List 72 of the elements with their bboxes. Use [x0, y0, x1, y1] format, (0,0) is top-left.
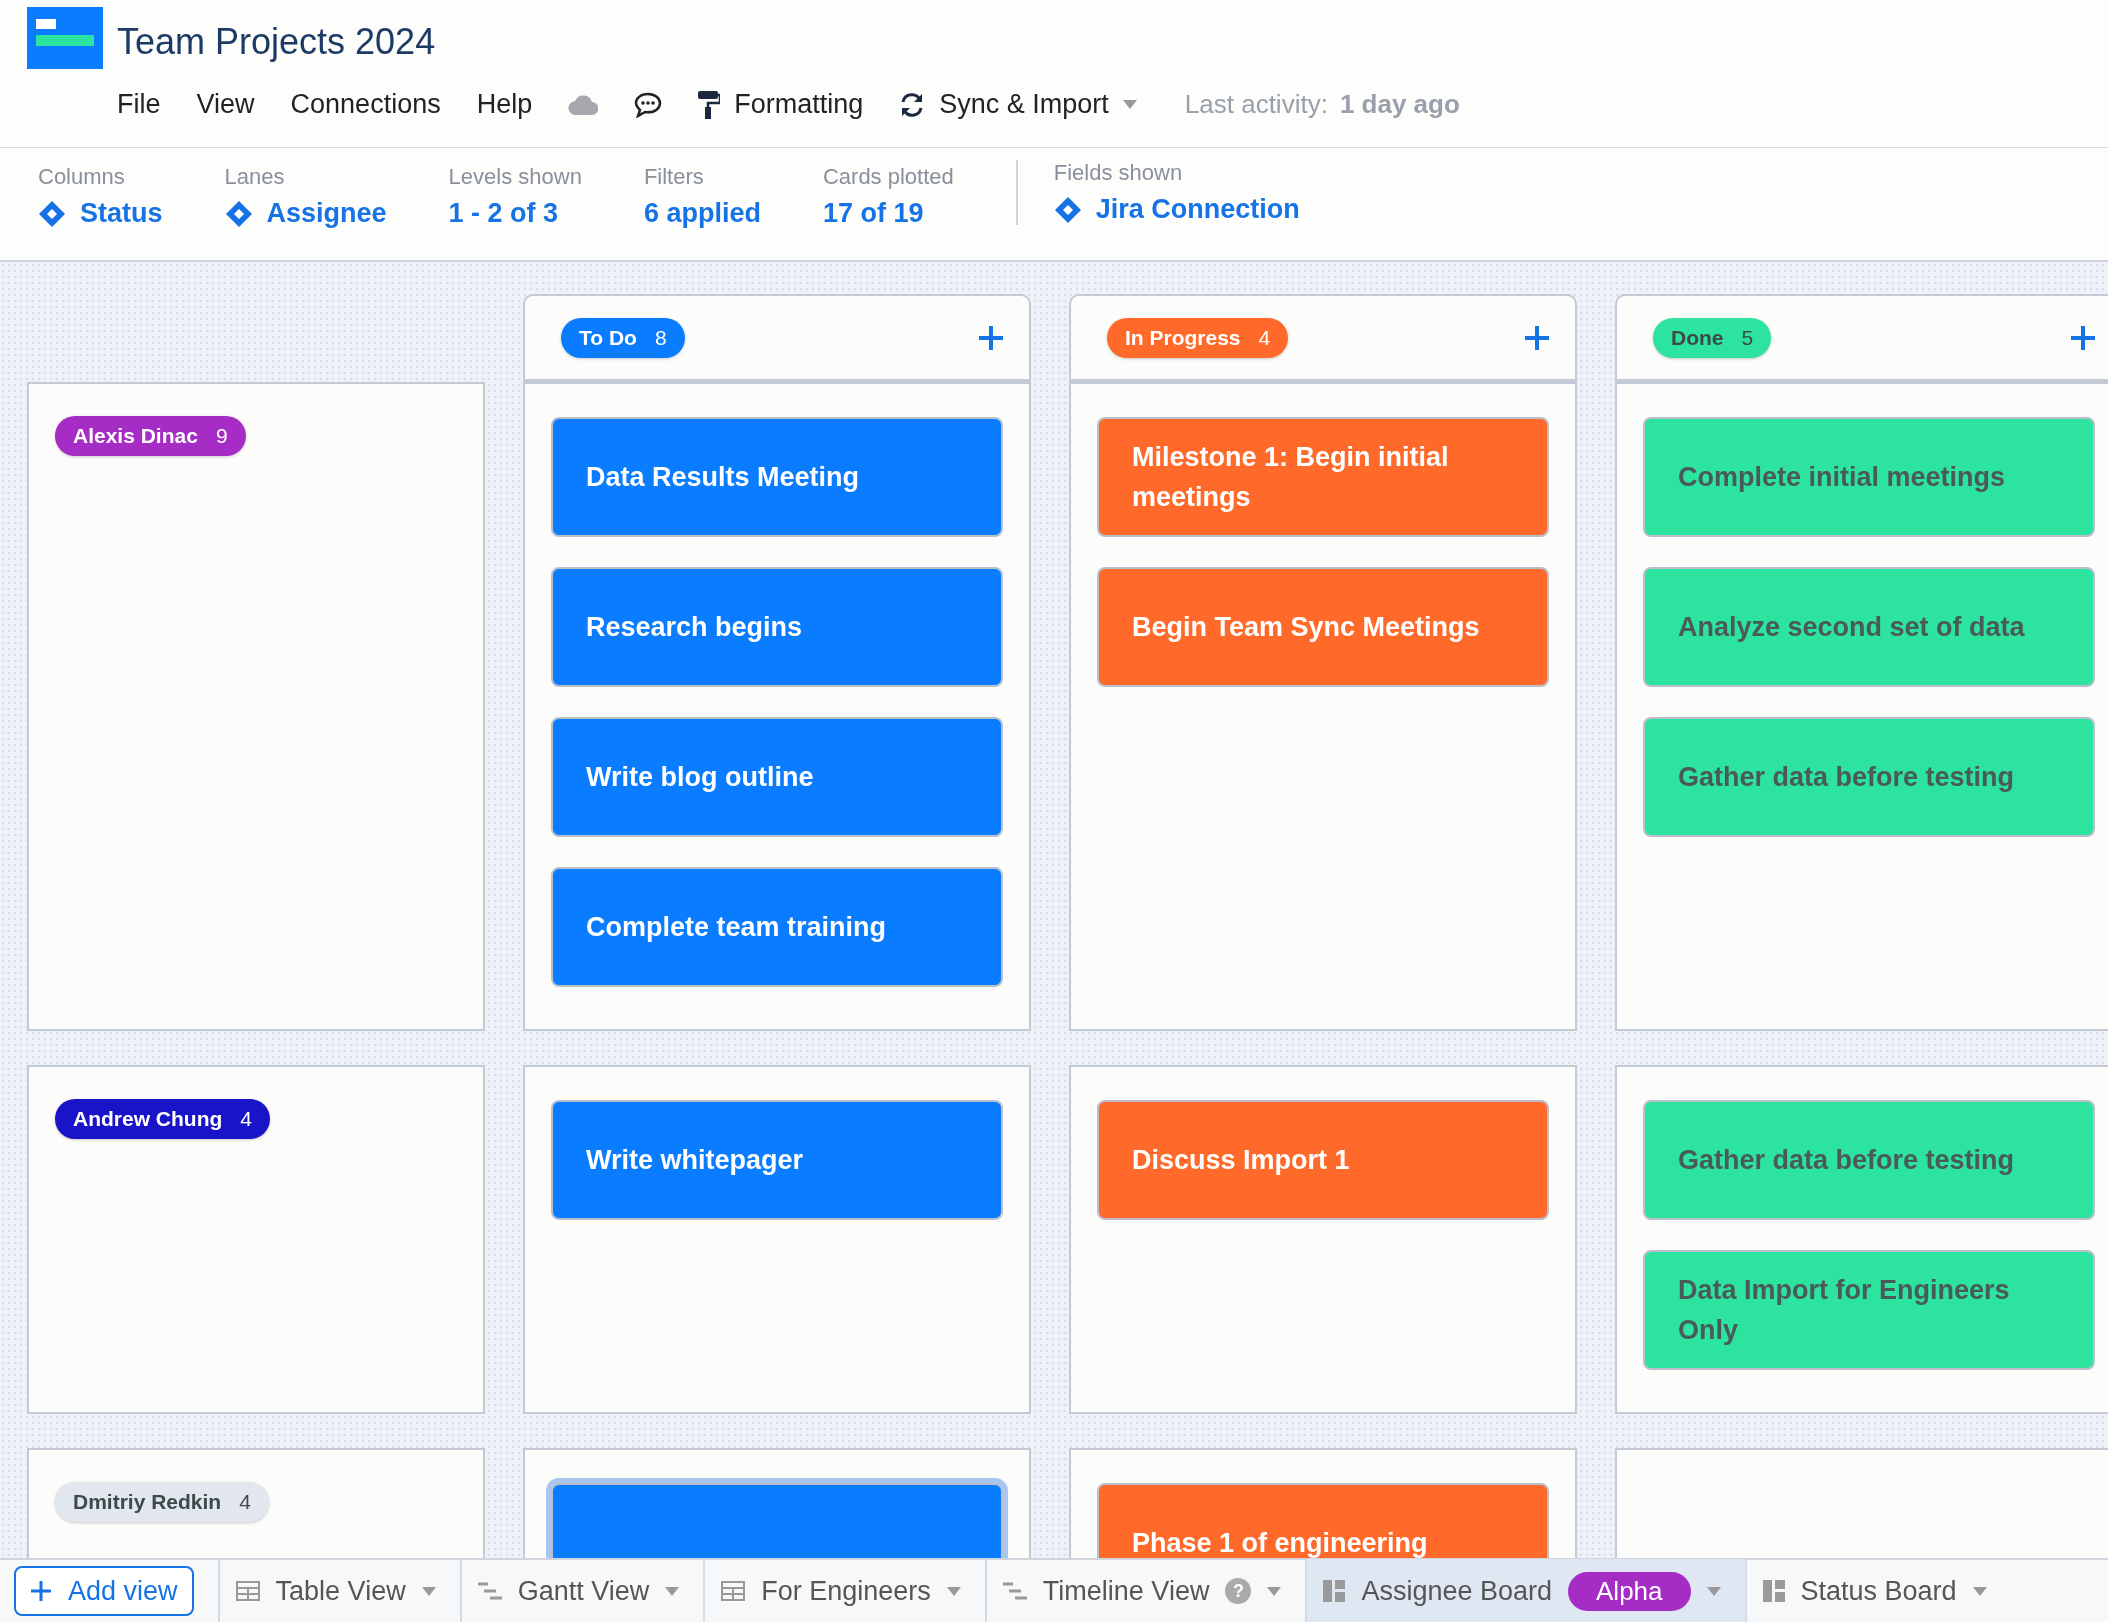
setting-value[interactable]: Jira Connection — [1053, 194, 1300, 225]
task-card[interactable]: Gather data before testing — [1643, 717, 2095, 837]
setting-value[interactable]: 6 applied — [643, 198, 761, 229]
setting-value[interactable]: 1 - 2 of 3 — [448, 198, 582, 229]
task-card[interactable]: Research begins — [551, 567, 1003, 687]
caret-icon — [665, 1586, 680, 1596]
assignee-chip: Dmitriy Redkin 4 — [55, 1482, 269, 1522]
menu-item[interactable]: Help — [476, 89, 533, 120]
view-tab[interactable]: Table View — [217, 1559, 460, 1622]
task-card[interactable]: Data Results Meeting — [551, 417, 1003, 537]
setting-value[interactable]: Assignee — [224, 198, 387, 229]
task-card[interactable]: Phase 1 of engineering — [1097, 1483, 1549, 1558]
caret-icon — [946, 1586, 961, 1596]
activity-value: 1 day ago — [1339, 89, 1460, 120]
plus-icon — [30, 1580, 52, 1602]
sync-import-button[interactable]: Sync & Import — [899, 89, 1137, 120]
setting-label: Filters — [643, 164, 705, 190]
status-chip: In Progress 4 — [1107, 317, 1289, 358]
setting-value[interactable]: 17 of 19 — [822, 198, 954, 229]
cloud-icon[interactable] — [568, 94, 599, 115]
activity-label: Last activity: — [1184, 89, 1328, 120]
caret-icon — [1122, 100, 1137, 109]
caret-icon — [1972, 1586, 1987, 1596]
caret-icon — [1267, 1586, 1282, 1596]
task-card[interactable]: Write whitepager — [551, 1100, 1003, 1220]
paint-roller-icon — [698, 90, 721, 119]
task-card[interactable]: Analyze second set of data — [1643, 567, 2095, 687]
task-card[interactable]: Data Import for Engineers Only — [1643, 1250, 2095, 1370]
task-card[interactable]: Complete team training — [551, 867, 1003, 987]
caret-icon — [1706, 1586, 1721, 1596]
help-icon: ? — [1225, 1578, 1252, 1604]
table-icon — [721, 1581, 746, 1601]
task-card[interactable]: Gather data before testing — [1643, 1100, 2095, 1220]
task-card[interactable]: Discuss Import 1 — [1097, 1100, 1549, 1220]
add-icon[interactable] — [1523, 323, 1551, 352]
task-card[interactable]: Complete initial meetings — [1643, 417, 2095, 537]
task-card[interactable]: Write blog outline — [551, 717, 1003, 837]
view-tab[interactable]: For Engineers — [703, 1559, 985, 1622]
menu-item[interactable]: View — [196, 89, 255, 120]
setting-label: Cards plotted — [822, 164, 954, 190]
view-tab[interactable]: Gantt View — [459, 1559, 704, 1622]
board-icon — [1762, 1580, 1785, 1602]
setting-label: Levels shown — [448, 164, 582, 190]
menu-item[interactable]: File — [117, 89, 161, 120]
alpha-badge: Alpha — [1568, 1571, 1691, 1611]
diamond-icon — [224, 199, 253, 228]
setting-label: Lanes — [224, 164, 286, 190]
view-tab[interactable]: Assignee Board Alpha — [1305, 1559, 1745, 1622]
diamond-icon — [38, 199, 66, 228]
task-card[interactable]: Milestone 1: Begin initial meetings — [1097, 417, 1549, 537]
timeline-icon — [1002, 1582, 1027, 1600]
add-icon[interactable] — [977, 323, 1005, 352]
diamond-icon — [1053, 195, 1082, 224]
menu-item[interactable]: Connections — [290, 89, 441, 120]
assignee-chip: Andrew Chung 4 — [55, 1099, 270, 1139]
view-tab[interactable]: Status Board — [1744, 1559, 2011, 1622]
setting-label: Columns — [38, 164, 126, 190]
status-chip: To Do 8 — [561, 317, 685, 358]
add-icon[interactable] — [2069, 323, 2097, 352]
caret-icon — [421, 1586, 436, 1596]
assignee-chip: Alexis Dinac 9 — [55, 416, 246, 456]
task-card[interactable]: Begin Team Sync Meetings — [1097, 567, 1549, 687]
add-view-button[interactable]: Add view — [14, 1566, 194, 1616]
setting-label: Fields shown — [1053, 160, 1184, 186]
table-icon — [235, 1581, 260, 1601]
timeline-icon — [477, 1582, 502, 1600]
app-title: Team Projects 2024 — [117, 21, 437, 63]
status-chip: Done 5 — [1653, 317, 1772, 358]
setting-value[interactable]: Status — [38, 198, 163, 229]
chat-icon[interactable] — [634, 91, 663, 118]
board-icon — [1323, 1580, 1346, 1602]
formatting-button[interactable]: Formatting — [698, 89, 864, 120]
